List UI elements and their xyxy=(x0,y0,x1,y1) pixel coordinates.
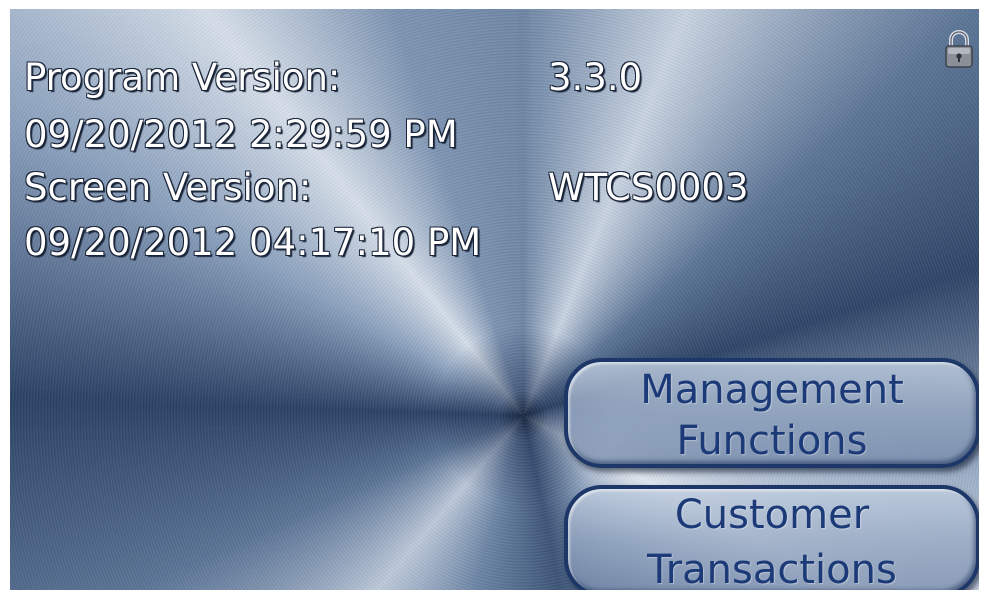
lock-icon[interactable] xyxy=(942,29,976,69)
program-version-value: 3.3.0 xyxy=(548,56,643,99)
management-functions-line1: Management xyxy=(640,367,904,413)
screen-version-value: WTCS0003 xyxy=(548,166,749,209)
screen-version-label: Screen Version: xyxy=(24,166,312,209)
customer-transactions-line1: Customer xyxy=(674,492,870,538)
management-functions-button[interactable]: Management Functions xyxy=(564,358,979,468)
program-version-label: Program Version: xyxy=(24,56,341,99)
screen-version-date: 09/20/2012 04:17:10 PM xyxy=(24,221,482,264)
customer-transactions-button[interactable]: Customer Transactions xyxy=(564,485,979,590)
management-functions-line2: Functions xyxy=(676,418,868,464)
hmi-screen: Program Version: 3.3.0 09/20/2012 2:29:5… xyxy=(10,9,979,590)
program-version-date: 09/20/2012 2:29:59 PM xyxy=(24,113,458,156)
customer-transactions-line2: Transactions xyxy=(647,547,897,590)
